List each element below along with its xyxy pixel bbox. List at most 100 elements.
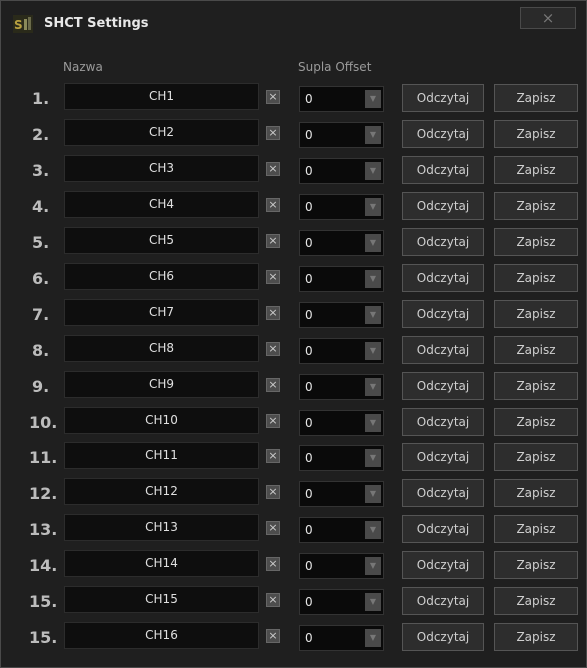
chevron-down-icon[interactable]: ▼ — [365, 629, 381, 647]
offset-select[interactable]: 0 ▼ — [299, 230, 384, 256]
channel-name-field[interactable]: CH3 — [64, 155, 259, 182]
read-button[interactable]: Odczytaj — [402, 84, 484, 112]
offset-select[interactable]: 0 ▼ — [299, 122, 384, 148]
read-button[interactable]: Odczytaj — [402, 408, 484, 436]
clear-name-icon[interactable]: × — [266, 162, 280, 176]
close-button[interactable]: × — [520, 7, 576, 29]
save-button[interactable]: Zapisz — [494, 156, 578, 184]
clear-name-icon[interactable]: × — [266, 449, 280, 463]
offset-select[interactable]: 0 ▼ — [299, 302, 384, 328]
chevron-down-icon[interactable]: ▼ — [365, 485, 381, 503]
chevron-down-icon[interactable]: ▼ — [365, 198, 381, 216]
chevron-down-icon[interactable]: ▼ — [365, 414, 381, 432]
channel-name-field[interactable]: CH7 — [64, 299, 259, 326]
chevron-down-icon[interactable]: ▼ — [365, 306, 381, 324]
chevron-down-icon[interactable]: ▼ — [365, 126, 381, 144]
offset-select[interactable]: 0 ▼ — [299, 158, 384, 184]
channel-name-field[interactable]: CH9 — [64, 371, 259, 398]
clear-name-icon[interactable]: × — [266, 126, 280, 140]
save-button[interactable]: Zapisz — [494, 479, 578, 507]
read-button[interactable]: Odczytaj — [402, 479, 484, 507]
chevron-down-icon[interactable]: ▼ — [365, 342, 381, 360]
read-button[interactable]: Odczytaj — [402, 623, 484, 651]
channel-name-field[interactable]: CH16 — [64, 622, 259, 649]
save-button[interactable]: Zapisz — [494, 587, 578, 615]
save-button[interactable]: Zapisz — [494, 192, 578, 220]
clear-name-icon[interactable]: × — [266, 378, 280, 392]
save-button[interactable]: Zapisz — [494, 623, 578, 651]
chevron-down-icon[interactable]: ▼ — [365, 521, 381, 539]
clear-name-icon[interactable]: × — [266, 557, 280, 571]
offset-select[interactable]: 0 ▼ — [299, 625, 384, 651]
channel-name-field[interactable]: CH10 — [64, 407, 259, 434]
offset-select[interactable]: 0 ▼ — [299, 481, 384, 507]
channel-name-field[interactable]: CH1 — [64, 83, 259, 110]
read-button[interactable]: Odczytaj — [402, 120, 484, 148]
offset-select[interactable]: 0 ▼ — [299, 338, 384, 364]
save-button[interactable]: Zapisz — [494, 120, 578, 148]
channel-name-field[interactable]: CH5 — [64, 227, 259, 254]
chevron-down-icon[interactable]: ▼ — [365, 270, 381, 288]
read-button[interactable]: Odczytaj — [402, 336, 484, 364]
save-button[interactable]: Zapisz — [494, 515, 578, 543]
channel-name-field[interactable]: CH12 — [64, 478, 259, 505]
chevron-down-icon[interactable]: ▼ — [365, 557, 381, 575]
offset-select[interactable]: 0 ▼ — [299, 553, 384, 579]
read-button[interactable]: Odczytaj — [402, 515, 484, 543]
channel-name-field[interactable]: CH11 — [64, 442, 259, 469]
channel-row: 14. CH14 × 0 ▼ Odczytaj Zapisz — [1, 550, 586, 580]
save-button[interactable]: Zapisz — [494, 443, 578, 471]
channel-number: 15. — [29, 592, 58, 611]
chevron-down-icon[interactable]: ▼ — [365, 234, 381, 252]
offset-select[interactable]: 0 ▼ — [299, 410, 384, 436]
channel-name-field[interactable]: CH13 — [64, 514, 259, 541]
save-button[interactable]: Zapisz — [494, 300, 578, 328]
save-button[interactable]: Zapisz — [494, 408, 578, 436]
clear-name-icon[interactable]: × — [266, 234, 280, 248]
read-button[interactable]: Odczytaj — [402, 300, 484, 328]
clear-name-icon[interactable]: × — [266, 521, 280, 535]
read-button[interactable]: Odczytaj — [402, 372, 484, 400]
offset-select[interactable]: 0 ▼ — [299, 589, 384, 615]
read-button[interactable]: Odczytaj — [402, 443, 484, 471]
save-button[interactable]: Zapisz — [494, 372, 578, 400]
clear-name-icon[interactable]: × — [266, 629, 280, 643]
channel-name-field[interactable]: CH8 — [64, 335, 259, 362]
save-button[interactable]: Zapisz — [494, 228, 578, 256]
chevron-down-icon[interactable]: ▼ — [365, 449, 381, 467]
save-button[interactable]: Zapisz — [494, 84, 578, 112]
offset-select[interactable]: 0 ▼ — [299, 374, 384, 400]
save-button[interactable]: Zapisz — [494, 264, 578, 292]
chevron-down-icon[interactable]: ▼ — [365, 378, 381, 396]
read-button[interactable]: Odczytaj — [402, 192, 484, 220]
read-button[interactable]: Odczytaj — [402, 228, 484, 256]
chevron-down-icon[interactable]: ▼ — [365, 90, 381, 108]
clear-name-icon[interactable]: × — [266, 270, 280, 284]
clear-name-icon[interactable]: × — [266, 342, 280, 356]
offset-select[interactable]: 0 ▼ — [299, 194, 384, 220]
chevron-down-icon[interactable]: ▼ — [365, 162, 381, 180]
clear-name-icon[interactable]: × — [266, 306, 280, 320]
read-button[interactable]: Odczytaj — [402, 551, 484, 579]
channel-name-field[interactable]: CH14 — [64, 550, 259, 577]
clear-name-icon[interactable]: × — [266, 485, 280, 499]
read-button[interactable]: Odczytaj — [402, 264, 484, 292]
channel-name-field[interactable]: CH2 — [64, 119, 259, 146]
clear-name-icon[interactable]: × — [266, 593, 280, 607]
offset-select[interactable]: 0 ▼ — [299, 86, 384, 112]
offset-value: 0 — [305, 559, 313, 573]
chevron-down-icon[interactable]: ▼ — [365, 593, 381, 611]
offset-select[interactable]: 0 ▼ — [299, 445, 384, 471]
clear-name-icon[interactable]: × — [266, 414, 280, 428]
save-button[interactable]: Zapisz — [494, 551, 578, 579]
channel-name-field[interactable]: CH4 — [64, 191, 259, 218]
read-button[interactable]: Odczytaj — [402, 587, 484, 615]
offset-select[interactable]: 0 ▼ — [299, 266, 384, 292]
channel-name-field[interactable]: CH6 — [64, 263, 259, 290]
read-button[interactable]: Odczytaj — [402, 156, 484, 184]
clear-name-icon[interactable]: × — [266, 198, 280, 212]
channel-name-field[interactable]: CH15 — [64, 586, 259, 613]
offset-select[interactable]: 0 ▼ — [299, 517, 384, 543]
save-button[interactable]: Zapisz — [494, 336, 578, 364]
clear-name-icon[interactable]: × — [266, 90, 280, 104]
